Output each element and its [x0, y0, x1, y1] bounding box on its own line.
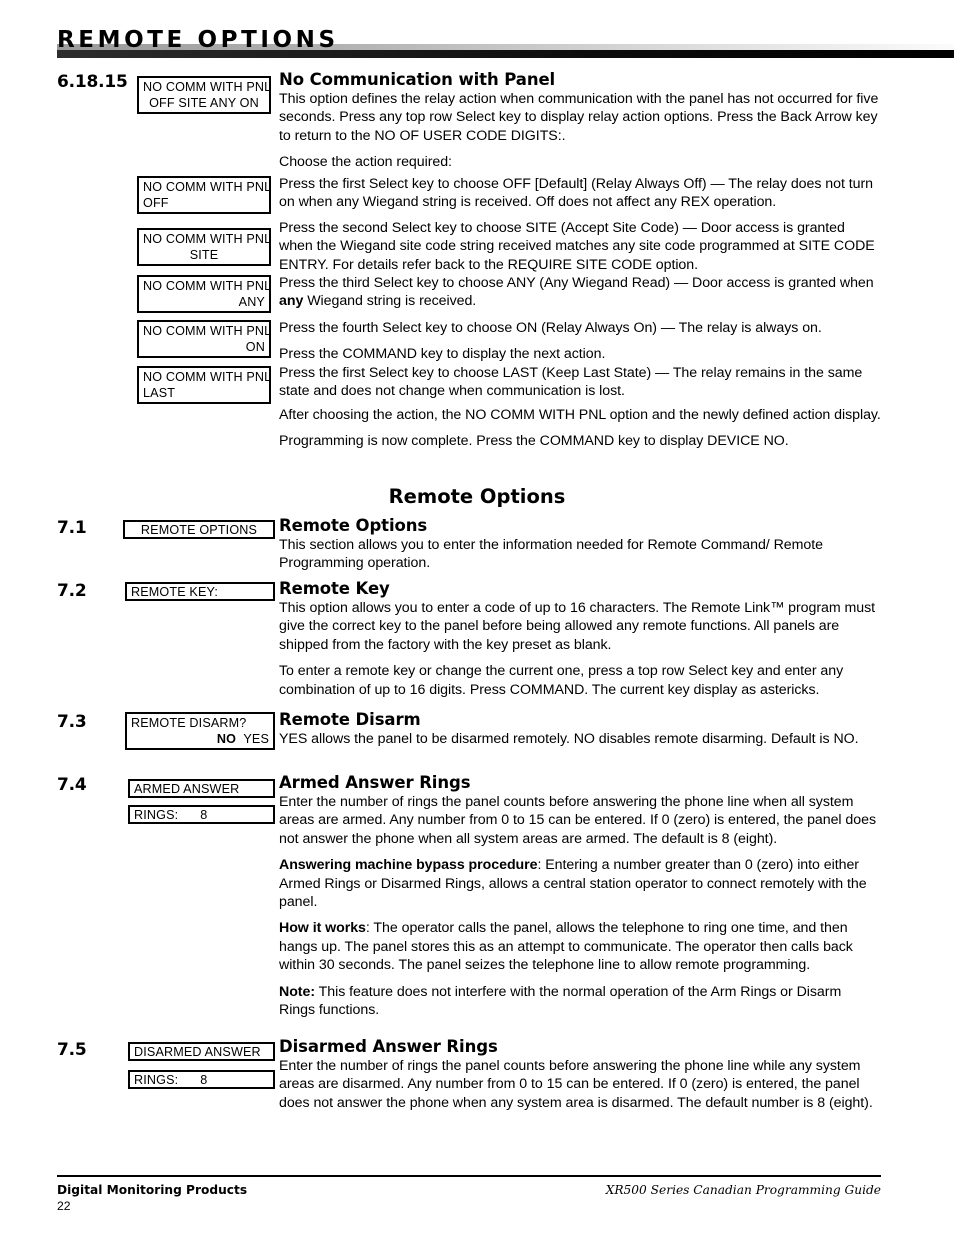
lcd-line-2: LAST [143, 386, 176, 400]
relay-option-site-text: Press the second Select key to choose SI… [279, 219, 881, 274]
lcd-remote-key: REMOTE KEY: [125, 582, 275, 601]
lcd-line-1: ARMED ANSWER [134, 782, 240, 796]
page-header: REMOTE OPTIONS [0, 0, 954, 60]
section-heading-remote-options: Remote Options [279, 516, 428, 535]
relay-option-last-text: Press the first Select key to choose LAS… [279, 364, 881, 401]
paragraph: Press the fourth Select key to choose ON… [279, 320, 822, 336]
lcd-line-1: REMOTE OPTIONS [140, 523, 258, 537]
paragraph-lead-bold: Answering machine bypass procedure [279, 857, 538, 874]
paragraph: After choosing the action, the NO COMM W… [279, 407, 881, 423]
section-body-7-3: Remote Disarm YES allows the panel to be… [279, 710, 881, 748]
lcd-line-2: ANY [238, 295, 265, 309]
lcd-line-2: RINGS: 8 [134, 807, 269, 823]
lcd-line-1: REMOTE KEY: [131, 585, 219, 599]
section-heading-no-communication-with-panel: No Communication with Panel [279, 70, 556, 89]
paragraph: YES allows the panel to be disarmed remo… [279, 731, 859, 747]
lcd-line-2: SITE [189, 248, 219, 262]
paragraph: This section allows you to enter the inf… [279, 537, 823, 572]
paragraph: How it works: The operator calls the pan… [279, 920, 853, 974]
lcd-line-1: NO COMM WITH PNL [143, 80, 272, 94]
section-number-7-5: 7.5 [57, 1040, 87, 1060]
paragraph: Note: This feature does not interfere wi… [279, 983, 842, 1019]
lcd-label-rings: RINGS: [134, 808, 179, 822]
section-body-6-18-15: No Communication with Panel This option … [279, 70, 881, 172]
paragraph: Press the third Select key to choose ANY… [279, 274, 881, 311]
lcd-armed-answer: ARMED ANSWER [128, 779, 275, 798]
paragraph: Answering machine bypass procedure: Ente… [279, 857, 867, 911]
paragraph: This option allows you to enter a code o… [279, 600, 876, 653]
lcd-no-comm-with-pnl-last: NO COMM WITH PNL LAST [137, 366, 271, 404]
section-number-7-1: 7.1 [57, 518, 87, 538]
footer-guide-title: XR500 Series Canadian Programming Guide [605, 1183, 881, 1197]
section-heading-remote-disarm: Remote Disarm [279, 710, 421, 729]
lcd-disarmed-answer: DISARMED ANSWER [128, 1042, 275, 1061]
lcd-value-rings: 8 [200, 1073, 208, 1087]
lcd-no-comm-with-pnl-off: NO COMM WITH PNL OFF [137, 176, 271, 214]
paragraph: Press the second Select key to choose SI… [279, 220, 875, 273]
section-heading-disarmed-answer-rings: Disarmed Answer Rings [279, 1037, 498, 1056]
lcd-line-1: NO COMM WITH PNL [143, 324, 272, 338]
paragraph: Programming is now complete. Press the C… [279, 433, 789, 450]
text-pre: Press the third Select key to choose ANY… [279, 275, 874, 291]
section-title-remote-options: Remote Options [388, 485, 566, 508]
closing-paragraphs: After choosing the action, the NO COMM W… [279, 406, 881, 451]
text-bold: any [279, 293, 304, 310]
section-number-6-18-15: 6.18.15 [57, 72, 128, 92]
paragraph: Press the COMMAND key to display the nex… [279, 346, 606, 363]
lcd-no-comm-with-pnl-any: NO COMM WITH PNL ANY [137, 275, 271, 313]
lcd-line-1: DISARMED ANSWER [134, 1045, 261, 1059]
lcd-line-1: NO COMM WITH PNL [143, 370, 272, 384]
paragraph: Enter the number of rings the panel coun… [279, 1058, 873, 1111]
lcd-line-2: RINGS: 8 [134, 1072, 269, 1088]
footer-page-number: 22 [57, 1199, 71, 1213]
lcd-value-rings: 8 [200, 808, 208, 822]
lcd-line-1: NO COMM WITH PNL [143, 180, 272, 194]
lcd-no-comm-with-pnl-main: NO COMM WITH PNL OFF SITE ANY ON [137, 76, 271, 114]
section-body-7-2: Remote Key This option allows you to ent… [279, 579, 881, 699]
section-number-7-4: 7.4 [57, 775, 87, 795]
paragraph: Choose the action required: [279, 154, 452, 171]
paragraph: To enter a remote key or change the curr… [279, 663, 844, 698]
lcd-no-comm-with-pnl-on: NO COMM WITH PNL ON [137, 320, 271, 358]
paragraph: This option defines the relay action whe… [279, 91, 879, 144]
lcd-line-1: NO COMM WITH PNL [143, 279, 272, 293]
relay-option-off-text: Press the first Select key to choose OFF… [279, 175, 881, 212]
relay-option-any-text: Press the third Select key to choose ANY… [279, 274, 881, 311]
page-header-title: REMOTE OPTIONS [57, 27, 339, 53]
paragraph-lead-bold: Note: [279, 983, 316, 1000]
lcd-armed-answer-rings: RINGS: 8 [128, 805, 275, 824]
lcd-line-2: NO YES [131, 731, 269, 747]
lcd-line-1: REMOTE DISARM? [131, 716, 247, 730]
section-body-7-5: Disarmed Answer Rings Enter the number o… [279, 1037, 881, 1112]
lcd-disarmed-answer-rings: RINGS: 8 [128, 1070, 275, 1089]
footer-company: Digital Monitoring Products [57, 1183, 248, 1197]
section-body-7-1: Remote Options This section allows you t… [279, 516, 881, 573]
section-number-7-3: 7.3 [57, 712, 87, 732]
lcd-label-rings: RINGS: [134, 1073, 179, 1087]
paragraph: Press the first Select key to choose OFF… [279, 176, 873, 211]
lcd-line-2: OFF [143, 196, 169, 210]
paragraph-lead-bold: How it works [279, 920, 366, 937]
relay-option-on-text: Press the fourth Select key to choose ON… [279, 319, 881, 364]
text-post: Wiegand string is received. [303, 293, 477, 310]
section-heading-armed-answer-rings: Armed Answer Rings [279, 773, 471, 792]
section-number-7-2: 7.2 [57, 581, 87, 601]
lcd-value-no: NO [216, 732, 237, 746]
paragraph: Press the first Select key to choose LAS… [279, 365, 863, 400]
lcd-remote-disarm: REMOTE DISARM? NO YES [125, 712, 275, 750]
footer-divider [57, 1175, 881, 1177]
lcd-line-2: OFF SITE ANY ON [149, 96, 259, 110]
lcd-value-yes: YES [243, 732, 269, 746]
lcd-line-1: NO COMM WITH PNL [143, 232, 272, 246]
lcd-line-2: ON [245, 340, 265, 354]
lcd-no-comm-with-pnl-site: NO COMM WITH PNL SITE [137, 228, 271, 266]
lcd-remote-options: REMOTE OPTIONS [123, 520, 275, 539]
section-heading-remote-key: Remote Key [279, 579, 390, 598]
section-body-7-4: Armed Answer Rings Enter the number of r… [279, 773, 881, 1019]
paragraph: Enter the number of rings the panel coun… [279, 794, 876, 847]
